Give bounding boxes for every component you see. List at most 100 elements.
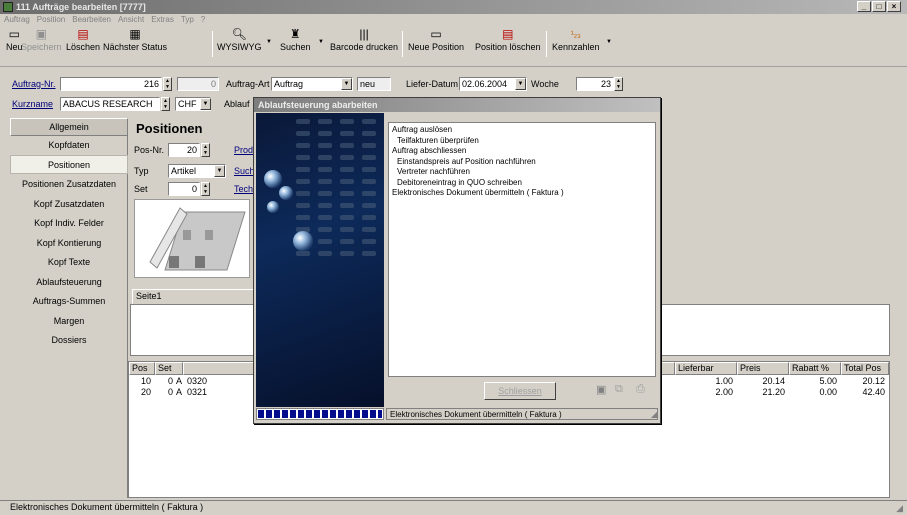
menu-auftrag[interactable]: Auftrag [4, 14, 30, 25]
list-item: Einstandspreis auf Position nachführen [397, 156, 536, 166]
menu-extras[interactable]: Extras [151, 14, 174, 25]
cell-total: 20.12 [862, 376, 885, 386]
tab-seite1[interactable]: Seite1 [132, 289, 254, 304]
column-header-lieferbar[interactable]: Lieferbar [675, 362, 737, 375]
schliessen-button[interactable]: Schliessen [484, 382, 556, 400]
barcode-button[interactable]: ||| Barcode drucken [330, 27, 398, 53]
auftrag-art-dropdown-icon[interactable]: ▼ [341, 78, 352, 90]
column-header-total[interactable]: Total Pos [841, 362, 889, 375]
list-item: Elektronisches Dokument übermitteln ( Fa… [392, 188, 564, 197]
typ-dropdown-icon[interactable]: ▼ [214, 165, 225, 177]
suchen-dropdown-icon[interactable]: ▼ [318, 39, 324, 45]
nav-positionen-zusatzdaten[interactable]: Positionen Zusatzdaten [10, 175, 128, 194]
nav-kopf-indiv-felder[interactable]: Kopf Indiv. Felder [10, 214, 128, 233]
menu-help[interactable]: ? [201, 14, 205, 25]
set-spinner[interactable]: ▲ ▼ [201, 182, 210, 196]
cell-rabatt: 5.00 [819, 376, 837, 386]
cell-preis: 20.14 [762, 376, 785, 386]
nav-positionen[interactable]: Positionen [10, 155, 128, 174]
menu-typ[interactable]: Typ [181, 14, 194, 25]
column-header-pos[interactable]: Pos [129, 362, 155, 375]
auftrag-nr-label[interactable]: Auftrag-Nr. [12, 77, 56, 91]
naechster-status-button[interactable]: ▦ Nächster Status [103, 28, 167, 53]
new-position-icon: ▭ [430, 27, 442, 41]
liefer-datum-dropdown-icon[interactable]: ▼ [515, 78, 526, 90]
kennzahlen-icon: ¹₂₃ [570, 29, 581, 39]
set-field[interactable]: 0 [168, 182, 200, 196]
tech-link[interactable]: Tech [234, 182, 253, 196]
maximize-button[interactable]: □ [872, 1, 886, 12]
cell-total: 42.40 [862, 387, 885, 397]
cell-pos: 20 [140, 387, 151, 397]
title-bar: 111 Aufträge bearbeiten [7777] _ □ × [0, 0, 907, 14]
print-preview-icon: 🔍︎ [231, 27, 247, 41]
nav-kopf-zusatzdaten[interactable]: Kopf Zusatzdaten [10, 195, 128, 214]
auftrag-nr-spinner[interactable]: ▲ ▼ [163, 77, 172, 91]
progress-fill [258, 410, 382, 418]
menu-bearbeiten[interactable]: Bearbeiten [72, 14, 111, 25]
window-title: 111 Aufträge bearbeiten [7777] [16, 2, 146, 12]
menu-position[interactable]: Position [37, 14, 65, 25]
kurzname-field[interactable]: ABACUS RESEARCH [60, 97, 160, 111]
dialog-side-image [256, 113, 384, 407]
barcode-icon: ||| [359, 27, 369, 41]
neue-position-button[interactable]: ▭ Neue Position [408, 27, 464, 53]
column-header-set[interactable]: Set [155, 362, 183, 375]
suchen-button[interactable]: ♜ Suchen [280, 27, 311, 53]
column-header-preis[interactable]: Preis [737, 362, 789, 375]
pos-nr-label: Pos-Nr. [134, 145, 165, 155]
kennzahlen-dropdown-icon[interactable]: ▼ [606, 39, 612, 45]
cell-flag: A [176, 387, 183, 397]
loeschen-button[interactable]: ▤ Löschen [66, 28, 100, 53]
nav-ablaufsteuerung[interactable]: Ablaufsteuerung [10, 273, 128, 292]
kennzahlen-button[interactable]: ¹₂₃ Kennzahlen [552, 28, 600, 52]
toolbar: ▭ Neu ▣ Speichern ▤ Löschen ▦ Nächster Statu… [0, 25, 907, 67]
speichern-button[interactable]: ▣ Speichern [21, 28, 62, 53]
ablauf-label: Ablauf [224, 99, 250, 109]
status-text: Elektronisches Dokument übermitteln ( Fa… [10, 502, 204, 512]
cell-set: 0 [167, 376, 173, 386]
list-item: Vertreter nachführen [397, 167, 470, 176]
dialog-resize-grip-icon[interactable]: ◢ [651, 410, 657, 419]
auftrag-nr-field[interactable]: 216 [60, 77, 162, 91]
status-bar: Elektronisches Dokument übermitteln ( Fa… [0, 500, 907, 514]
cell-rabatt: 0.00 [819, 387, 837, 397]
such-link[interactable]: Such [234, 164, 255, 178]
close-button[interactable]: × [887, 1, 901, 12]
woche-spinner[interactable]: ▲ ▼ [614, 77, 623, 91]
prod-link[interactable]: Prod [234, 143, 253, 157]
binoculars-icon: ♜ [289, 27, 301, 41]
cell-lieferbar: 2.00 [715, 387, 733, 397]
nav-kopfdaten[interactable]: Kopfdaten [10, 136, 128, 155]
kurzname-spinner[interactable]: ▲ ▼ [161, 97, 170, 111]
nav-dossiers[interactable]: Dossiers [10, 331, 128, 350]
save-icon[interactable]: ▣ [596, 383, 606, 396]
app-icon [3, 2, 13, 12]
nav-margen[interactable]: Margen [10, 312, 128, 331]
waehrung-dropdown-icon[interactable]: ▼ [200, 98, 211, 110]
nav-allgemein[interactable]: Allgemein [10, 118, 128, 136]
navigation-panel: Allgemein Kopfdaten Positionen Positione… [10, 118, 128, 498]
column-header-rabatt[interactable]: Rabatt % [789, 362, 841, 375]
minimize-button[interactable]: _ [857, 1, 871, 12]
copy-icon[interactable]: ⧉ [615, 383, 623, 396]
position-loeschen-button[interactable]: ▤ Position löschen [475, 28, 541, 53]
wysiwyg-dropdown-icon[interactable]: ▼ [266, 39, 272, 45]
auftrag-sub-field[interactable]: 0 [177, 77, 219, 91]
kurzname-label[interactable]: Kurzname [12, 97, 53, 111]
pos-nr-field[interactable]: 20 [168, 143, 200, 157]
list-item: Auftrag abschliessen [392, 146, 467, 155]
nav-kopf-texte[interactable]: Kopf Texte [10, 253, 128, 272]
dialog-title: Ablaufsteuerung abarbeiten [254, 98, 660, 112]
nav-kopf-kontierung[interactable]: Kopf Kontierung [10, 234, 128, 253]
cell-preis: 21.20 [762, 387, 785, 397]
menu-ansicht[interactable]: Ansicht [118, 14, 144, 25]
nav-auftrags-summen[interactable]: Auftrags-Summen [10, 292, 128, 311]
wysiwyg-button[interactable]: 🔍︎ WYSIWYG [217, 27, 262, 53]
pos-nr-spinner[interactable]: ▲ ▼ [201, 143, 210, 157]
resize-grip-icon[interactable]: ◢ [896, 502, 903, 515]
print-icon[interactable]: ⎙ [636, 383, 645, 396]
woche-field[interactable]: 23 [576, 77, 614, 91]
cell-pos: 10 [140, 376, 151, 386]
list-item: Debitoreneintrag in QUO schreiben [397, 177, 522, 187]
